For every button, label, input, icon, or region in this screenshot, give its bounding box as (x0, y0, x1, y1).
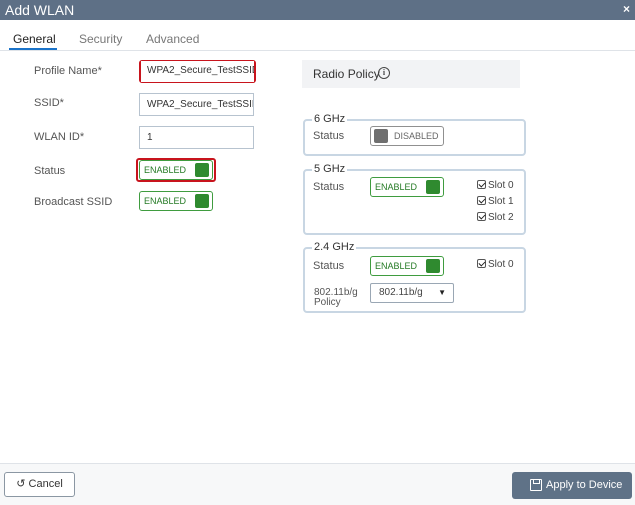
apply-to-device-button[interactable]: Apply to Device (512, 472, 632, 499)
band-6ghz-group: 6 GHz Status DISABLED (303, 112, 526, 156)
broadcast-ssid-toggle-label: ENABLED (144, 196, 187, 206)
broadcast-ssid-toggle[interactable]: ENABLED (139, 191, 213, 211)
band-24ghz-status-label: Status (313, 260, 345, 272)
band-5ghz-slot-1-checkbox[interactable]: Slot 1 (477, 196, 514, 207)
checkbox-checked-icon (477, 212, 486, 221)
band-5ghz-group: 5 GHz Status ENABLED Slot 0 Slot 1 Slot … (303, 162, 526, 235)
save-icon (530, 479, 542, 491)
toggle-knob (195, 194, 209, 208)
apply-label: Apply to Device (546, 479, 623, 491)
tab-advanced[interactable]: Advanced (146, 32, 199, 46)
band-5ghz-slot-2-label: Slot 2 (488, 212, 514, 223)
band-5ghz-status-label: Status (313, 181, 345, 193)
band-24ghz-slot-0-checkbox[interactable]: Slot 0 (477, 259, 514, 270)
cancel-label: Cancel (28, 478, 63, 490)
toggle-knob (426, 259, 440, 273)
status-label: Status (34, 165, 66, 177)
close-icon[interactable]: × (623, 0, 630, 18)
toggle-knob (426, 180, 440, 194)
band-24ghz-legend: 2.4 GHz (312, 240, 357, 254)
band-5ghz-slot-0-checkbox[interactable]: Slot 0 (477, 180, 514, 191)
cancel-button[interactable]: ↺ Cancel (4, 472, 75, 497)
wlan-id-label: WLAN ID* (34, 131, 85, 143)
policy-label-line2: Policy (314, 297, 341, 308)
tab-divider (0, 50, 635, 51)
band-5ghz-legend: 5 GHz (312, 162, 348, 176)
radio-policy-title: Radio Policy (313, 67, 380, 81)
tab-bar: General Security Advanced (0, 28, 635, 52)
checkbox-checked-icon (477, 259, 486, 268)
checkbox-checked-icon (477, 180, 486, 189)
policy-label: 802.11b/g Policy (314, 288, 358, 308)
status-toggle[interactable]: ENABLED (139, 160, 213, 180)
ssid-input[interactable]: WPA2_Secure_TestSSID (139, 93, 254, 116)
caret-down-icon: ▼ (438, 288, 446, 297)
band-24ghz-status-toggle[interactable]: ENABLED (370, 256, 444, 276)
profile-name-input[interactable]: WPA2_Secure_TestSSID (141, 61, 254, 82)
toggle-knob (374, 129, 388, 143)
policy-select[interactable]: 802.11b/g ▼ (370, 283, 454, 303)
info-icon[interactable]: i (378, 67, 390, 79)
tab-general[interactable]: General (13, 32, 56, 46)
band-6ghz-legend: 6 GHz (312, 112, 348, 126)
status-toggle-label: ENABLED (144, 165, 187, 175)
dialog-titlebar: Add WLAN × (0, 0, 635, 20)
band-24ghz-slot-0-label: Slot 0 (488, 259, 514, 270)
tab-security[interactable]: Security (79, 32, 122, 46)
dialog-title: Add WLAN (5, 2, 75, 18)
band-5ghz-slot-0-label: Slot 0 (488, 180, 514, 191)
wlan-id-input[interactable]: 1 (139, 126, 254, 149)
checkbox-checked-icon (477, 196, 486, 205)
profile-name-label: Profile Name* (34, 65, 102, 77)
band-6ghz-status-label: Status (313, 130, 345, 142)
policy-select-value: 802.11b/g (379, 287, 423, 298)
radio-policy-header: Radio Policy i (302, 60, 520, 88)
band-24ghz-group: 2.4 GHz Status ENABLED Slot 0 802.11b/g P… (303, 240, 526, 313)
broadcast-ssid-label: Broadcast SSID (34, 196, 113, 208)
band-5ghz-slot-2-checkbox[interactable]: Slot 2 (477, 212, 514, 223)
band-6ghz-status-toggle[interactable]: DISABLED (370, 126, 444, 146)
ssid-label: SSID* (34, 97, 64, 109)
toggle-knob (195, 163, 209, 177)
band-24ghz-toggle-label: ENABLED (375, 261, 418, 271)
band-5ghz-slot-1-label: Slot 1 (488, 196, 514, 207)
band-6ghz-toggle-label: DISABLED (394, 131, 439, 141)
undo-icon: ↺ (16, 478, 26, 490)
band-5ghz-status-toggle[interactable]: ENABLED (370, 177, 444, 197)
band-5ghz-toggle-label: ENABLED (375, 182, 418, 192)
